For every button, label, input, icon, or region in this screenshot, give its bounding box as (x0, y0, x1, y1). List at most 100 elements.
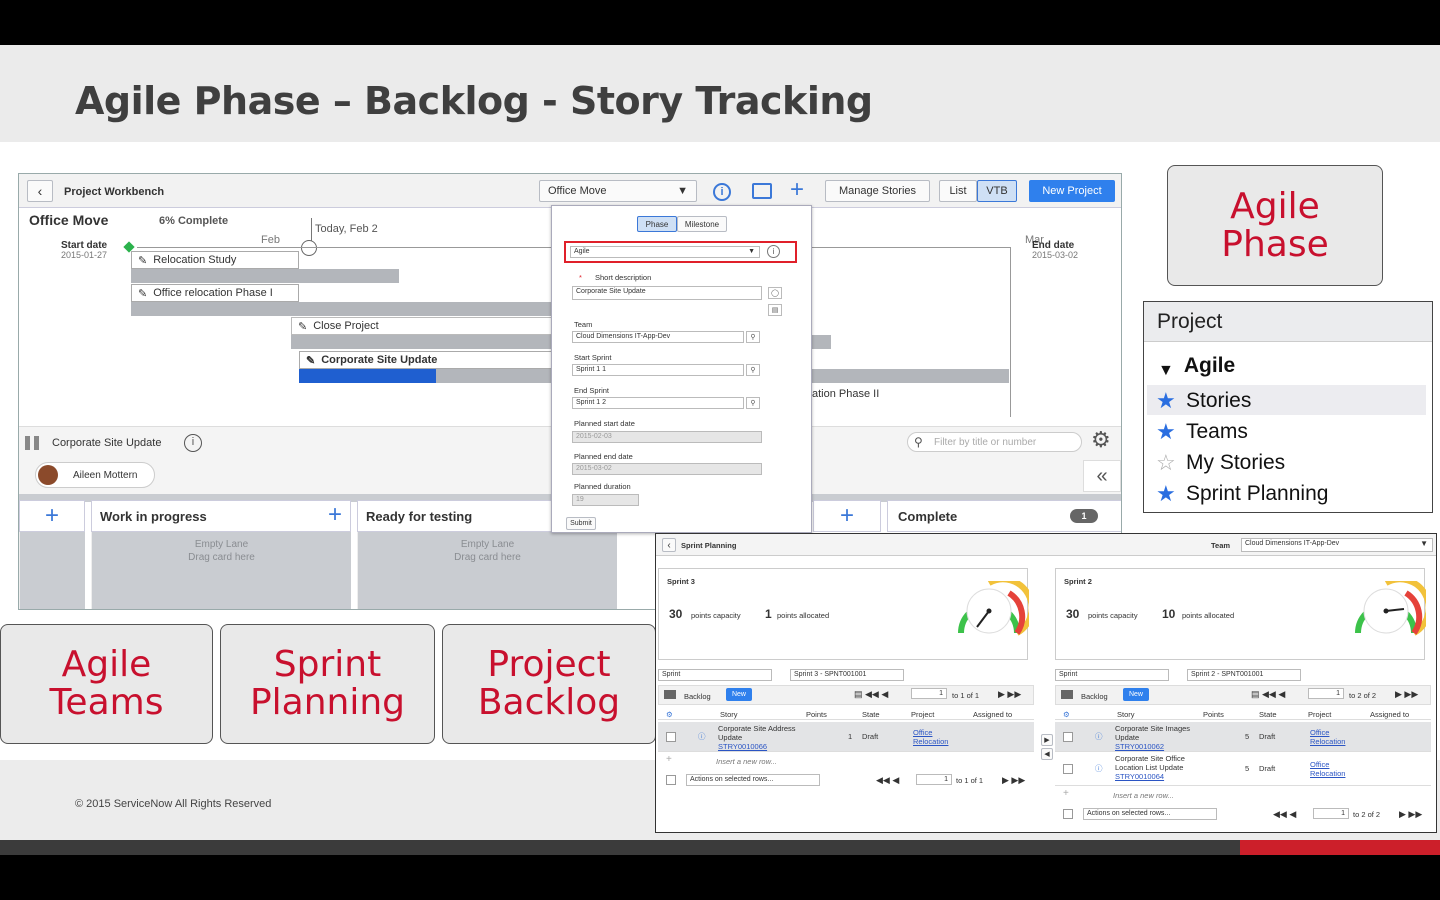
column-header[interactable]: Project (911, 710, 934, 719)
column-header[interactable]: Points (1203, 710, 1224, 719)
tab-milestone[interactable]: Milestone (677, 216, 727, 232)
actions-select[interactable]: Actions on selected rows... (686, 774, 820, 786)
move-left-button[interactable]: ◀ (1041, 748, 1053, 760)
new-project-button[interactable]: New Project (1029, 180, 1115, 202)
comment-icon[interactable] (752, 183, 772, 199)
info-icon[interactable]: ⓘ (698, 731, 706, 742)
start-sprint-field[interactable]: Sprint 1 1 (572, 364, 744, 376)
user-chip[interactable]: Aileen Mottern (35, 462, 155, 488)
short-description-field[interactable]: Corporate Site Update (572, 286, 762, 300)
nav-item-stories[interactable]: ★ Stories (1156, 388, 1251, 414)
pager-next-icon[interactable]: ▶ ▶▶ (1399, 809, 1422, 820)
template-icon[interactable]: ▤ (768, 304, 782, 316)
gantt-task-relocation-study[interactable]: ✎ Relocation Study (131, 251, 299, 269)
sprint-filter-2[interactable]: Sprint 3 - SPNT001001 (790, 669, 904, 681)
story-number-link[interactable]: STRY0010066 (718, 742, 767, 751)
pager-first-icon[interactable]: ▤ ◀◀ ◀ (1251, 689, 1285, 700)
select-all-checkbox[interactable] (1063, 809, 1073, 819)
page-input[interactable]: 1 (1308, 688, 1344, 699)
search-icon[interactable]: ⚲ (746, 364, 760, 376)
manage-stories-button[interactable]: Manage Stories (825, 180, 930, 202)
filter-input[interactable]: ⚲ Filter by title or number (907, 432, 1082, 452)
submit-button[interactable]: Submit (566, 517, 596, 530)
insert-row-hint[interactable]: Insert a new row... (716, 757, 777, 766)
story-number-link[interactable]: STRY0010062 (1115, 742, 1164, 751)
gear-icon[interactable]: ⚙ (1091, 427, 1111, 453)
project-select[interactable]: Office Move ▼ (539, 180, 697, 202)
nav-item-my-stories[interactable]: ☆ My Stories (1156, 450, 1285, 476)
team-select[interactable]: Cloud Dimensions IT-App-Dev ▼ (1241, 538, 1433, 552)
info-icon[interactable]: ⓘ (1095, 731, 1103, 742)
menu-icon[interactable] (1061, 690, 1073, 699)
column-header[interactable]: State (1259, 710, 1277, 719)
phase-select[interactable]: Agile ▼ (570, 246, 760, 258)
pause-icon[interactable] (25, 436, 30, 450)
story-number-link[interactable]: STRY0010064 (1115, 772, 1164, 781)
info-icon[interactable]: i (767, 245, 780, 258)
row-checkbox[interactable] (1063, 732, 1073, 742)
gantt-task-close-project[interactable]: ✎ Close Project (291, 317, 553, 335)
sprint-filter-1[interactable]: Sprint (658, 669, 772, 681)
story-project-link[interactable]: Office Relocation (1310, 728, 1360, 746)
gantt-task-office-relocation[interactable]: ✎ Office relocation Phase I (131, 284, 299, 302)
column-header[interactable]: Assigned to (1370, 710, 1409, 719)
column-header[interactable]: Project (1308, 710, 1331, 719)
add-card-icon[interactable]: + (813, 500, 881, 532)
add-row-icon[interactable]: + (1063, 788, 1069, 799)
nav-item-sprint-planning[interactable]: ★ Sprint Planning (1156, 481, 1328, 507)
page-input[interactable]: 1 (911, 688, 947, 699)
gear-icon[interactable]: ⚙ (666, 710, 673, 719)
table-row[interactable]: ⓘ Corporate Site Office Location List Upd… (1055, 752, 1431, 786)
add-row-icon[interactable]: + (666, 754, 672, 765)
gantt-task-corporate-site[interactable]: ✎ Corporate Site Update (299, 351, 553, 369)
search-icon[interactable]: ⚲ (746, 397, 760, 409)
search-icon[interactable]: ⚲ (746, 331, 760, 343)
pager-next-icon[interactable]: ▶ ▶▶ (1395, 689, 1418, 700)
move-right-button[interactable]: ▶ (1041, 734, 1053, 746)
table-row[interactable]: ⓘ Corporate Site Address Update STRY001006… (658, 722, 1034, 752)
back-button[interactable]: ‹ (662, 538, 676, 552)
pager-next-icon[interactable]: ▶ ▶▶ (1002, 775, 1025, 786)
sprint-filter-2[interactable]: Sprint 2 - SPNT001001 (1187, 669, 1301, 681)
new-button[interactable]: New (1123, 688, 1149, 701)
nav-item-teams[interactable]: ★ Teams (1156, 419, 1248, 445)
select-all-checkbox[interactable] (666, 775, 676, 785)
info-icon[interactable]: i (184, 434, 202, 452)
team-field[interactable]: Cloud Dimensions IT-App-Dev (572, 331, 744, 343)
page-input[interactable]: 1 (1313, 808, 1349, 819)
column-header[interactable]: Assigned to (973, 710, 1012, 719)
pager-prev-icon[interactable]: ◀◀ ◀ (876, 775, 899, 786)
info-icon[interactable]: i (713, 183, 731, 201)
lane-body[interactable]: Empty Lane Drag card here (91, 532, 351, 609)
add-lane-button[interactable]: + (19, 500, 85, 532)
story-project-link[interactable]: Office Relocation (913, 728, 963, 746)
pager-first-icon[interactable]: ▤ ◀◀ ◀ (854, 689, 888, 700)
add-icon[interactable]: + (790, 178, 804, 202)
row-checkbox[interactable] (1063, 764, 1073, 774)
column-header[interactable]: Story (1117, 710, 1135, 719)
back-button[interactable]: ‹ (27, 180, 53, 202)
info-icon[interactable]: ⓘ (1095, 763, 1103, 774)
add-card-icon[interactable]: + (328, 501, 342, 529)
lane-body[interactable]: Empty Lane Drag card here (357, 532, 617, 609)
end-sprint-field[interactable]: Sprint 1 2 (572, 397, 744, 409)
insert-row-hint[interactable]: Insert a new row... (1113, 791, 1174, 800)
column-header[interactable]: State (862, 710, 880, 719)
tab-phase[interactable]: Phase (637, 216, 677, 232)
nav-group-agile[interactable]: ▼ Agile (1158, 352, 1235, 380)
column-header[interactable]: Story (720, 710, 738, 719)
column-header[interactable]: Points (806, 710, 827, 719)
collapse-icon[interactable]: « (1083, 460, 1121, 492)
lightbulb-icon[interactable]: ◯ (768, 287, 782, 299)
pager-next-icon[interactable]: ▶ ▶▶ (998, 689, 1021, 700)
actions-select[interactable]: Actions on selected rows... (1083, 808, 1217, 820)
row-checkbox[interactable] (666, 732, 676, 742)
story-project-link[interactable]: Office Relocation (1310, 760, 1360, 778)
pager-prev-icon[interactable]: ◀◀ ◀ (1273, 809, 1296, 820)
page-input[interactable]: 1 (916, 774, 952, 785)
menu-icon[interactable] (664, 690, 676, 699)
gear-icon[interactable]: ⚙ (1063, 710, 1070, 719)
vtb-button[interactable]: VTB (977, 180, 1017, 202)
table-row[interactable]: ⓘ Corporate Site Images Update STRY0010062… (1055, 722, 1431, 752)
new-button[interactable]: New (726, 688, 752, 701)
